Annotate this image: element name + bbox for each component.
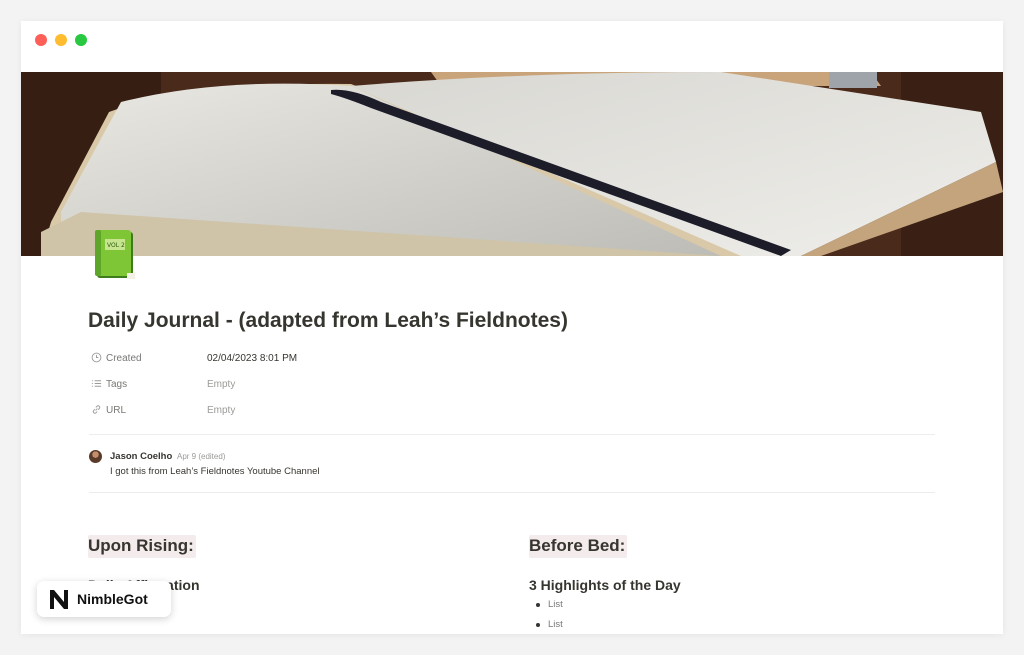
- section-heading[interactable]: Upon Rising:: [88, 535, 196, 558]
- comment-author[interactable]: Jason Coelho: [110, 451, 172, 462]
- property-value[interactable]: Empty: [207, 379, 235, 390]
- property-name: Tags: [106, 379, 128, 390]
- link-icon: [92, 405, 101, 414]
- highlights-list: List List: [529, 598, 929, 634]
- property-value[interactable]: Empty: [207, 405, 235, 416]
- open-notebook-photo: [21, 72, 1003, 256]
- list-item[interactable]: List: [529, 618, 929, 634]
- comment-text: I got this from Leah’s Fieldnotes Youtub…: [110, 466, 320, 477]
- property-value: 02/04/2023 8:01 PM: [207, 353, 298, 364]
- comment[interactable]: Jason Coelho Apr 9 (edited) I got this f…: [89, 449, 935, 489]
- property-url[interactable]: URL Empty: [89, 399, 949, 425]
- divider: [89, 492, 935, 493]
- svg-text:VOL 2: VOL 2: [107, 242, 125, 249]
- property-tags[interactable]: Tags Empty: [89, 373, 949, 399]
- app-window: VOL 2 Daily Journal - (adapted from Leah…: [21, 21, 1003, 634]
- nimblegot-logo-icon: [50, 590, 68, 609]
- list-icon: [91, 380, 102, 387]
- divider: [89, 434, 935, 435]
- section-subheading[interactable]: 3 Highlights of the Day: [529, 577, 929, 593]
- avatar[interactable]: [89, 450, 102, 463]
- close-window-button[interactable]: [35, 34, 47, 46]
- minimize-window-button[interactable]: [55, 34, 67, 46]
- nimblegot-badge[interactable]: NimbleGot: [37, 581, 171, 617]
- window-titlebar: [21, 21, 1003, 72]
- badge-label: NimbleGot: [77, 591, 148, 607]
- comment-timestamp: Apr 9 (edited): [177, 452, 226, 461]
- column-before-bed: Before Bed: 3 Highlights of the Day List…: [529, 535, 929, 634]
- clock-icon: [91, 352, 102, 363]
- maximize-window-button[interactable]: [75, 34, 87, 46]
- section-heading[interactable]: Before Bed:: [529, 535, 628, 558]
- page-properties: Created 02/04/2023 8:01 PM Tags Empty UR…: [89, 347, 949, 425]
- property-created[interactable]: Created 02/04/2023 8:01 PM: [89, 347, 949, 373]
- list-item[interactable]: List: [529, 598, 929, 618]
- property-name: Created: [106, 353, 142, 364]
- page-cover-image[interactable]: [21, 72, 1003, 256]
- page-title[interactable]: Daily Journal - (adapted from Leah’s Fie…: [88, 309, 568, 333]
- property-name: URL: [106, 405, 127, 416]
- green-notebook-icon[interactable]: VOL 2: [93, 229, 137, 281]
